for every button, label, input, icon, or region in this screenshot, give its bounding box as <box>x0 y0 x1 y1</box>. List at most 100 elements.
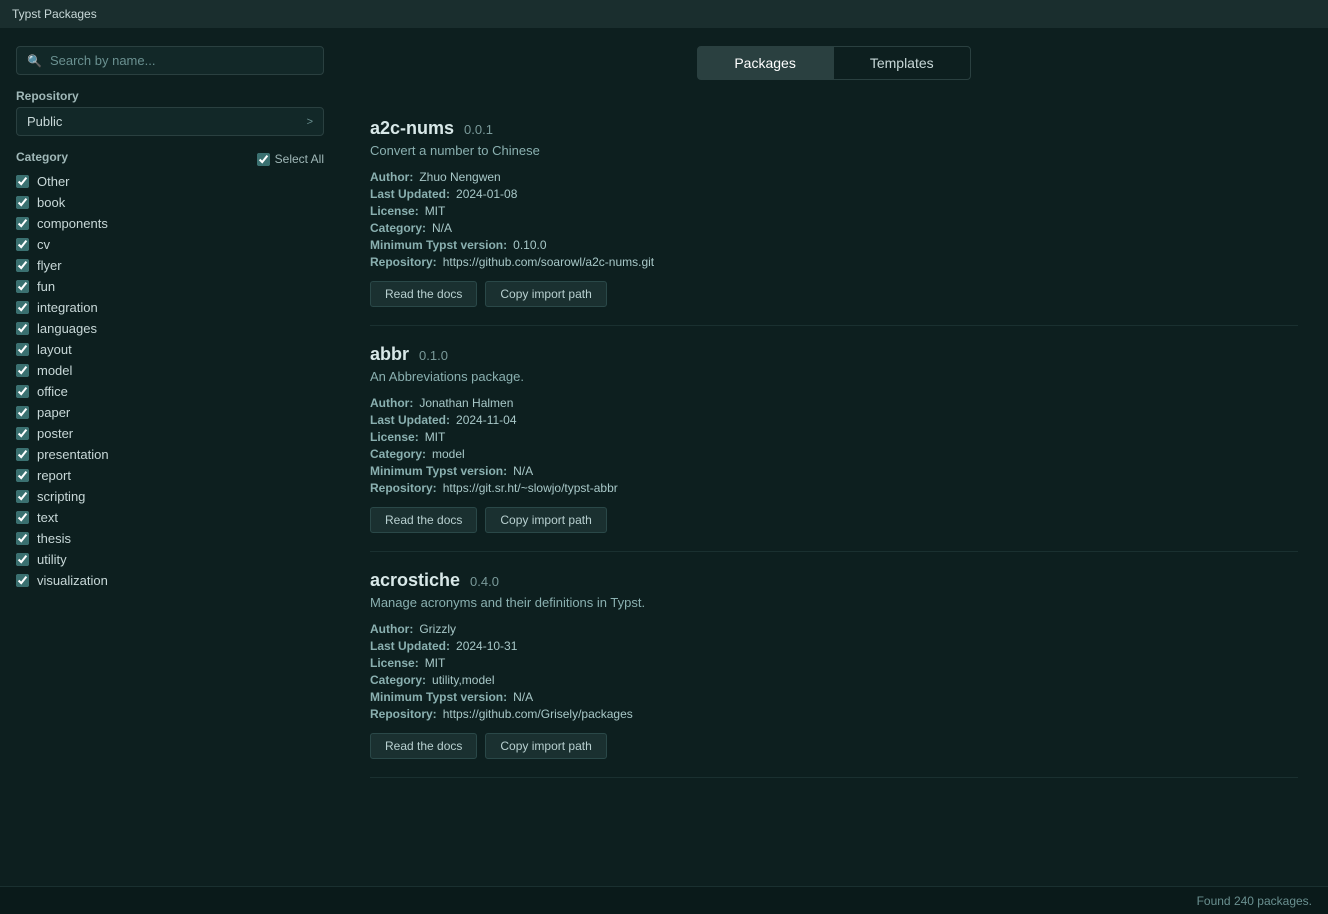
repo-val: https://github.com/soarowl/a2c-nums.git <box>443 255 654 269</box>
mintypst-val: N/A <box>513 690 533 704</box>
category-checkbox-layout[interactable] <box>16 343 29 356</box>
meta-updated-row: Last Updated: 2024-01-08 <box>370 187 1298 201</box>
status-text: Found 240 packages. <box>1197 894 1312 908</box>
category-item-layout[interactable]: layout <box>16 342 324 357</box>
search-input[interactable] <box>50 53 313 68</box>
category-item-presentation[interactable]: presentation <box>16 447 324 462</box>
meta-category-row: Category: N/A <box>370 221 1298 235</box>
category-checkbox-thesis[interactable] <box>16 532 29 545</box>
copy-import-button[interactable]: Copy import path <box>485 733 606 759</box>
read-docs-button[interactable]: Read the docs <box>370 507 477 533</box>
license-val: MIT <box>425 204 446 218</box>
category-checkbox-visualization[interactable] <box>16 574 29 587</box>
license-key: License: <box>370 430 419 444</box>
category-item-paper[interactable]: paper <box>16 405 324 420</box>
category-checkbox-poster[interactable] <box>16 427 29 440</box>
category-item-visualization[interactable]: visualization <box>16 573 324 588</box>
category-item-fun[interactable]: fun <box>16 279 324 294</box>
category-item-poster[interactable]: poster <box>16 426 324 441</box>
category-checkbox-languages[interactable] <box>16 322 29 335</box>
category-val: model <box>432 447 465 461</box>
category-item-label-report: report <box>37 468 71 483</box>
package-desc: Manage acronyms and their definitions in… <box>370 595 1298 610</box>
category-item-label-scripting: scripting <box>37 489 85 504</box>
repository-value: Public <box>27 114 62 129</box>
category-checkbox-flyer[interactable] <box>16 259 29 272</box>
category-item-label-presentation: presentation <box>37 447 109 462</box>
category-checkbox-book[interactable] <box>16 196 29 209</box>
category-item-utility[interactable]: utility <box>16 552 324 567</box>
chevron-right-icon: > <box>307 116 313 128</box>
category-item-thesis[interactable]: thesis <box>16 531 324 546</box>
category-item-label-paper: paper <box>37 405 70 420</box>
category-item-report[interactable]: report <box>16 468 324 483</box>
meta-mintypst-row: Minimum Typst version: 0.10.0 <box>370 238 1298 252</box>
category-item-label-model: model <box>37 363 72 378</box>
meta-category-row: Category: model <box>370 447 1298 461</box>
category-checkbox-utility[interactable] <box>16 553 29 566</box>
category-item-label-cv: cv <box>37 237 50 252</box>
category-checkbox-paper[interactable] <box>16 406 29 419</box>
category-checkbox-scripting[interactable] <box>16 490 29 503</box>
category-item-languages[interactable]: languages <box>16 321 324 336</box>
category-checkbox-fun[interactable] <box>16 280 29 293</box>
author-key: Author: <box>370 396 413 410</box>
license-val: MIT <box>425 430 446 444</box>
category-checkbox-integration[interactable] <box>16 301 29 314</box>
mintypst-key: Minimum Typst version: <box>370 464 507 478</box>
repo-val: https://git.sr.ht/~slowjo/typst-abbr <box>443 481 618 495</box>
category-item-other[interactable]: Other <box>16 174 324 189</box>
category-item-office[interactable]: office <box>16 384 324 399</box>
meta-repo-row: Repository: https://git.sr.ht/~slowjo/ty… <box>370 481 1298 495</box>
category-item-label-components: components <box>37 216 108 231</box>
category-checkbox-components[interactable] <box>16 217 29 230</box>
category-item-flyer[interactable]: flyer <box>16 258 324 273</box>
category-checkbox-model[interactable] <box>16 364 29 377</box>
content-area[interactable]: Packages Templates a2c-nums 0.0.1 Conver… <box>340 28 1328 886</box>
category-item-label-utility: utility <box>37 552 67 567</box>
author-key: Author: <box>370 622 413 636</box>
repository-selector[interactable]: Public > <box>16 107 324 136</box>
search-box[interactable]: 🔍 <box>16 46 324 75</box>
category-list: Other book components cv flyer fun integration… <box>16 174 324 588</box>
title-bar-label: Typst Packages <box>12 7 97 21</box>
category-item-book[interactable]: book <box>16 195 324 210</box>
category-checkbox-other[interactable] <box>16 175 29 188</box>
category-item-cv[interactable]: cv <box>16 237 324 252</box>
read-docs-button[interactable]: Read the docs <box>370 281 477 307</box>
category-item-label-languages: languages <box>37 321 97 336</box>
category-checkbox-cv[interactable] <box>16 238 29 251</box>
category-item-components[interactable]: components <box>16 216 324 231</box>
category-item-text[interactable]: text <box>16 510 324 525</box>
mintypst-key: Minimum Typst version: <box>370 238 507 252</box>
category-header: Category Select All <box>16 150 324 168</box>
license-val: MIT <box>425 656 446 670</box>
author-val: Grizzly <box>419 622 456 636</box>
author-val: Jonathan Halmen <box>419 396 513 410</box>
copy-import-button[interactable]: Copy import path <box>485 281 606 307</box>
category-item-model[interactable]: model <box>16 363 324 378</box>
category-checkbox-text[interactable] <box>16 511 29 524</box>
updated-val: 2024-01-08 <box>456 187 517 201</box>
category-val: utility,model <box>432 673 494 687</box>
category-checkbox-presentation[interactable] <box>16 448 29 461</box>
select-all-label: Select All <box>275 152 324 166</box>
repository-label: Repository <box>16 89 324 103</box>
repo-key: Repository: <box>370 255 437 269</box>
category-item-integration[interactable]: integration <box>16 300 324 315</box>
category-checkbox-office[interactable] <box>16 385 29 398</box>
templates-tab[interactable]: Templates <box>833 46 971 80</box>
package-meta: Author: Zhuo Nengwen Last Updated: 2024-… <box>370 170 1298 269</box>
read-docs-button[interactable]: Read the docs <box>370 733 477 759</box>
packages-tab[interactable]: Packages <box>697 46 832 80</box>
category-checkbox-report[interactable] <box>16 469 29 482</box>
category-item-scripting[interactable]: scripting <box>16 489 324 504</box>
search-icon: 🔍 <box>27 54 42 68</box>
select-all[interactable]: Select All <box>257 152 324 166</box>
meta-repo-row: Repository: https://github.com/Grisely/p… <box>370 707 1298 721</box>
select-all-checkbox[interactable] <box>257 153 270 166</box>
package-actions: Read the docs Copy import path <box>370 507 1298 533</box>
sidebar: 🔍 Repository Public > Category Select Al… <box>0 28 340 886</box>
copy-import-button[interactable]: Copy import path <box>485 507 606 533</box>
package-version: 0.1.0 <box>419 348 448 363</box>
